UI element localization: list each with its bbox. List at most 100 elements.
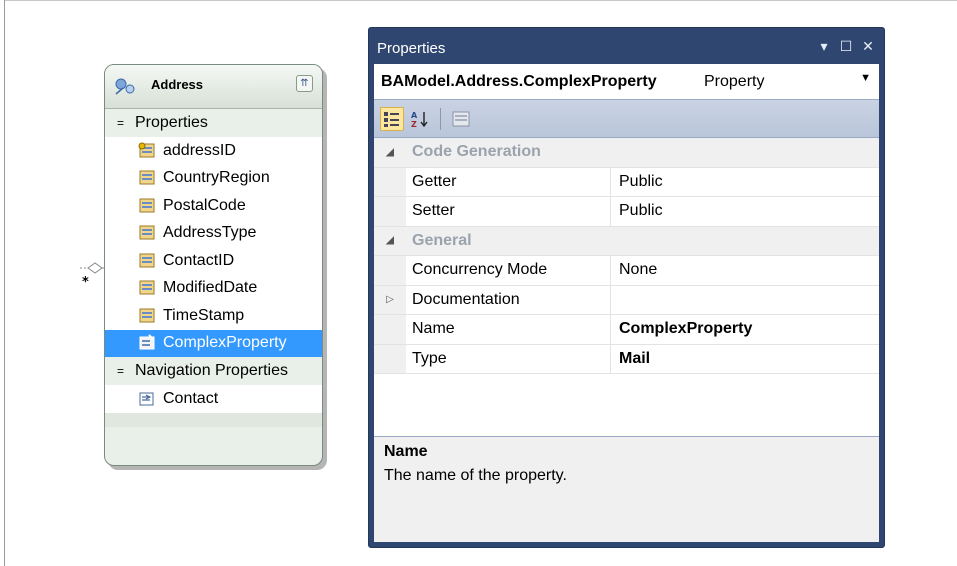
property-icon [139,253,155,268]
property-pages-icon [452,111,470,126]
category-label: General [412,231,472,249]
property-icon [139,308,155,323]
collapse-triangle-icon[interactable]: ◢ [374,226,406,255]
property-value-cell[interactable]: ComplexProperty [611,315,879,344]
property-name-cell: Concurrency Mode [406,256,611,285]
property-icon [139,280,155,295]
key-property-icon [138,142,155,158]
expand-triangle-icon[interactable]: ▷ [374,285,406,314]
properties-window: Properties ▾ ☐ ✕ BAModel.Address.Complex… [368,27,885,548]
collapse-minus-icon[interactable]: = [117,357,129,385]
property-label: PostalCode [163,196,246,214]
sort-alphabetical-icon: A Z [411,111,428,129]
property-grid: ◢ Code Generation Getter Public Setter P… [374,138,879,414]
association-multiplicity: * [82,275,89,290]
entity-title: Address [151,77,204,92]
svg-text:A: A [411,111,418,120]
alphabetical-view-button[interactable]: A Z [408,107,432,131]
property-row-contactid[interactable]: ContactID [105,247,322,275]
row-gutter [374,197,406,226]
canvas-left-border [4,0,5,566]
description-title: Name [384,443,428,460]
property-value-cell[interactable]: Mail [611,345,879,374]
grid-row-concurrency-mode[interactable]: Concurrency Mode None [374,256,879,286]
toolbar-separator [440,107,441,130]
entity-header[interactable]: Address ⇈ [105,65,322,109]
row-gutter [374,167,406,196]
property-name-cell: Type [406,344,611,373]
categorized-icon [384,111,399,127]
maximize-icon[interactable]: ☐ [839,38,853,54]
entity-footer [105,412,322,427]
grid-row-documentation[interactable]: ▷ Documentation [374,285,879,315]
section-header-navigation-properties[interactable]: = Navigation Properties [105,357,322,385]
collapse-triangle-icon[interactable]: ◢ [374,138,406,167]
entity-type-icon [115,78,135,95]
property-label: addressID [163,141,236,159]
property-icon [139,198,155,213]
property-label: ModifiedDate [163,279,258,297]
category-label: Code Generation [412,143,541,161]
section-label: Properties [135,114,208,131]
property-label: TimeStamp [163,306,245,324]
window-controls: ▾ ☐ ✕ [817,38,875,54]
property-name-cell: Getter [406,167,611,196]
collapse-expand-button[interactable]: ⇈ [296,75,313,92]
grid-row-getter[interactable]: Getter Public [374,167,879,197]
property-label: ContactID [163,251,235,269]
property-icon [139,170,155,185]
navigation-properties-list: Contact [105,385,322,413]
property-label: AddressType [163,224,257,242]
properties-toolbar: A Z [374,100,879,138]
navigation-property-icon [139,392,154,406]
address-entity-shape[interactable]: Address ⇈ = Properties addressID Country… [104,64,323,466]
collapse-minus-icon[interactable]: = [117,109,129,137]
property-row-postalcode[interactable]: PostalCode [105,192,322,220]
property-row-countryregion[interactable]: CountryRegion [105,165,322,193]
property-row-timestamp[interactable]: TimeStamp [105,302,322,330]
description-text: The name of the property. [384,467,567,484]
property-row-addressid[interactable]: addressID [105,137,322,165]
property-value-cell[interactable] [611,286,879,315]
property-row-addresstype[interactable]: AddressType [105,220,322,248]
navigation-property-label: Contact [163,389,219,407]
property-value-cell[interactable]: None [611,256,879,285]
object-selector-dropdown[interactable]: BAModel.Address.ComplexProperty Property… [374,64,879,100]
property-value-cell[interactable]: Public [611,197,879,226]
grid-row-type[interactable]: Type Mail [374,344,879,374]
window-position-dropdown-icon[interactable]: ▾ [817,38,831,54]
property-icon [139,225,155,240]
category-row-general[interactable]: ◢ General [374,226,879,256]
selected-object-name: BAModel.Address.ComplexProperty [381,73,657,90]
navigation-row-contact[interactable]: Contact [105,385,322,413]
property-name-cell: Setter [406,197,611,226]
grid-row-name[interactable]: Name ComplexProperty [374,315,879,345]
row-gutter [374,315,406,344]
complex-property-icon [139,334,155,350]
properties-body: BAModel.Address.ComplexProperty Property… [374,64,879,542]
property-name-cell: Name [406,315,611,344]
properties-title: Properties [377,40,446,57]
section-label: Navigation Properties [135,362,288,379]
categorized-view-button[interactable] [380,106,404,131]
dropdown-arrow-icon[interactable]: ▼ [860,72,871,84]
property-row-modifieddate[interactable]: ModifiedDate [105,275,322,303]
description-pane: Name The name of the property. [374,436,879,542]
selected-object-kind: Property [704,73,765,90]
category-row-code-generation[interactable]: ◢ Code Generation [374,138,879,168]
svg-text:Z: Z [411,120,417,129]
row-gutter [374,256,406,285]
canvas-top-border [4,0,957,1]
property-value-cell[interactable]: Public [611,168,879,197]
property-pages-button[interactable] [449,107,473,131]
grid-row-setter[interactable]: Setter Public [374,197,879,227]
property-name-cell: Documentation [406,285,611,314]
properties-titlebar[interactable]: Properties ▾ ☐ ✕ [374,32,879,62]
property-label: ComplexProperty [163,334,287,352]
property-row-complexproperty[interactable]: ComplexProperty [105,329,322,357]
property-label: CountryRegion [163,169,270,187]
properties-list: addressID CountryRegion PostalCode Addre… [105,137,322,357]
section-header-properties[interactable]: = Properties [105,109,322,137]
row-gutter [374,344,406,373]
close-icon[interactable]: ✕ [861,38,875,54]
